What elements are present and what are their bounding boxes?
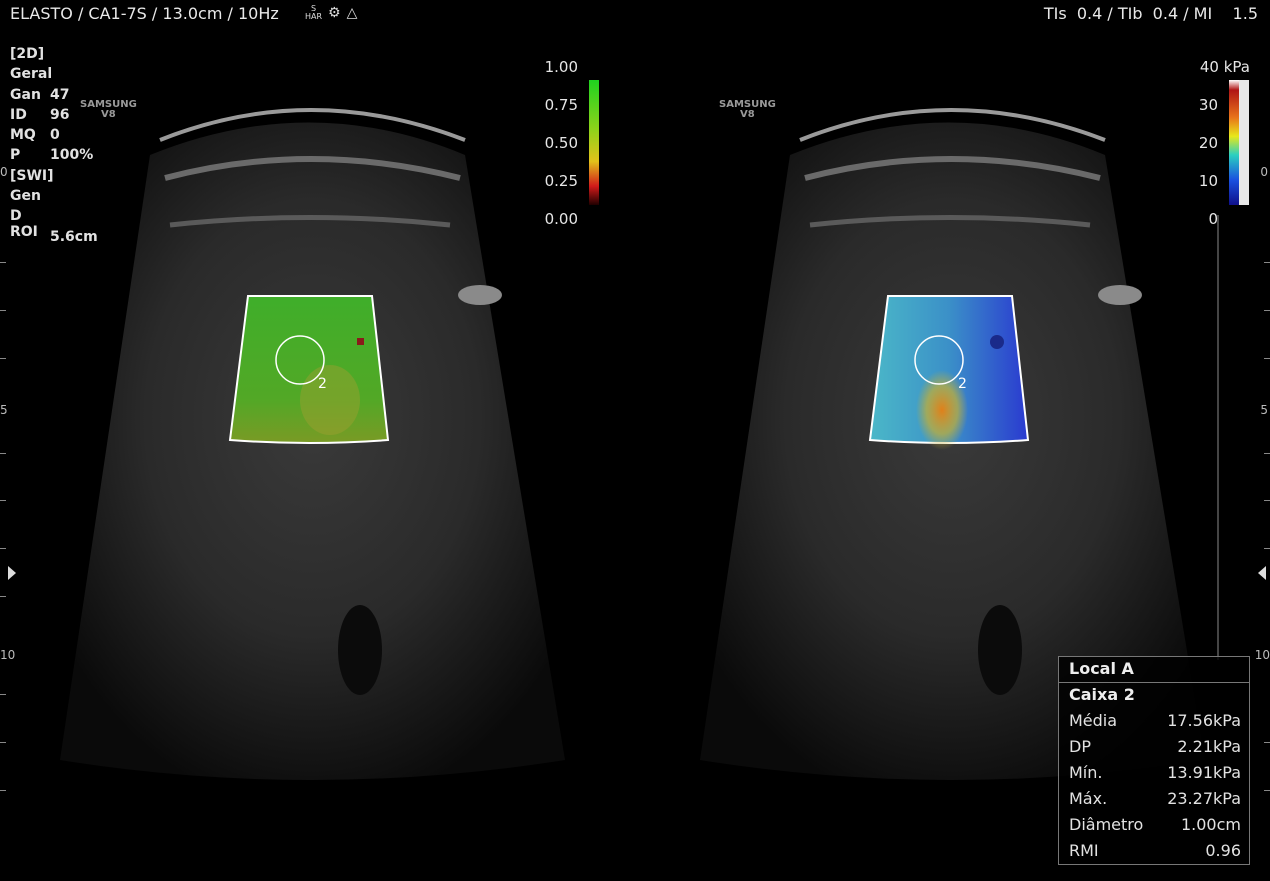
depth-tick [0,742,6,743]
kpa-scale-unit: 40 kPa [1199,58,1250,76]
measurement-panel: Local A Caixa 2 Média 17.56kPa DP 2.21kPa … [1058,656,1250,865]
probe-icon: ⚙ [328,5,341,21]
thermal-index-readout: TIs 0.4 / TIb 0.4 / MI 1.5 [1043,4,1258,23]
samsung-logo-left: SAMSUNG V8 [80,99,137,120]
depth-tick [1264,548,1270,549]
kpa-colorbar [1229,80,1239,205]
sector-icon: △ [346,5,358,21]
measurement-subtitle: Caixa 2 [1069,685,1135,704]
depth-mark-right-0: 0 [1260,165,1268,179]
focus-marker-left-icon[interactable] [8,566,16,580]
measurement-row: Mín. 13.91kPa [1069,763,1241,782]
depth-tick [0,790,6,791]
depth-tick [1264,790,1270,791]
depth-tick [0,310,6,311]
depth-tick [1264,310,1270,311]
depth-tick [0,262,6,263]
roi-label-left: 2 [318,376,327,392]
depth-tick [0,500,6,501]
depth-tick [1264,262,1270,263]
depth-tick [0,358,6,359]
depth-tick [1264,742,1270,743]
samsung-logo-right: SAMSUNG V8 [719,99,776,120]
depth-tick [0,453,6,454]
quality-colorbar [589,80,599,205]
depth-mark-left-5: 5 [0,403,8,417]
depth-tick [0,548,6,549]
measurement-row: DP 2.21kPa [1069,737,1241,756]
header-icons: S HAR ⚙ △ [305,4,358,22]
depth-tick [1264,500,1270,501]
measurement-row: Máx. 23.27kPa [1069,789,1241,808]
harmonic-icon: S HAR [305,4,323,21]
depth-mark-left-10: 10 [0,648,16,662]
measurement-title: Local A [1059,657,1249,683]
depth-tick [0,694,6,695]
depth-mark-right-10: 10 [1254,648,1270,662]
focus-marker-right-icon[interactable] [1258,566,1266,580]
kpa-scale: 30 20 10 0 [1198,96,1218,228]
depth-mark-left-0: 0 [0,165,8,179]
measurement-row: Média 17.56kPa [1069,711,1241,730]
measurement-row: Diâmetro 1.00cm [1069,815,1241,834]
exam-header: ELASTO / CA1-7S / 13.0cm / 10Hz [10,4,279,23]
measurement-row: RMI 0.96 [1069,841,1241,860]
roi-label-right: 2 [958,376,967,392]
quality-scale: 1.00 0.75 0.50 0.25 0.00 [544,58,578,228]
depth-tick [0,596,6,597]
depth-tick [1264,453,1270,454]
depth-tick [1264,358,1270,359]
depth-mark-right-5: 5 [1260,403,1268,417]
